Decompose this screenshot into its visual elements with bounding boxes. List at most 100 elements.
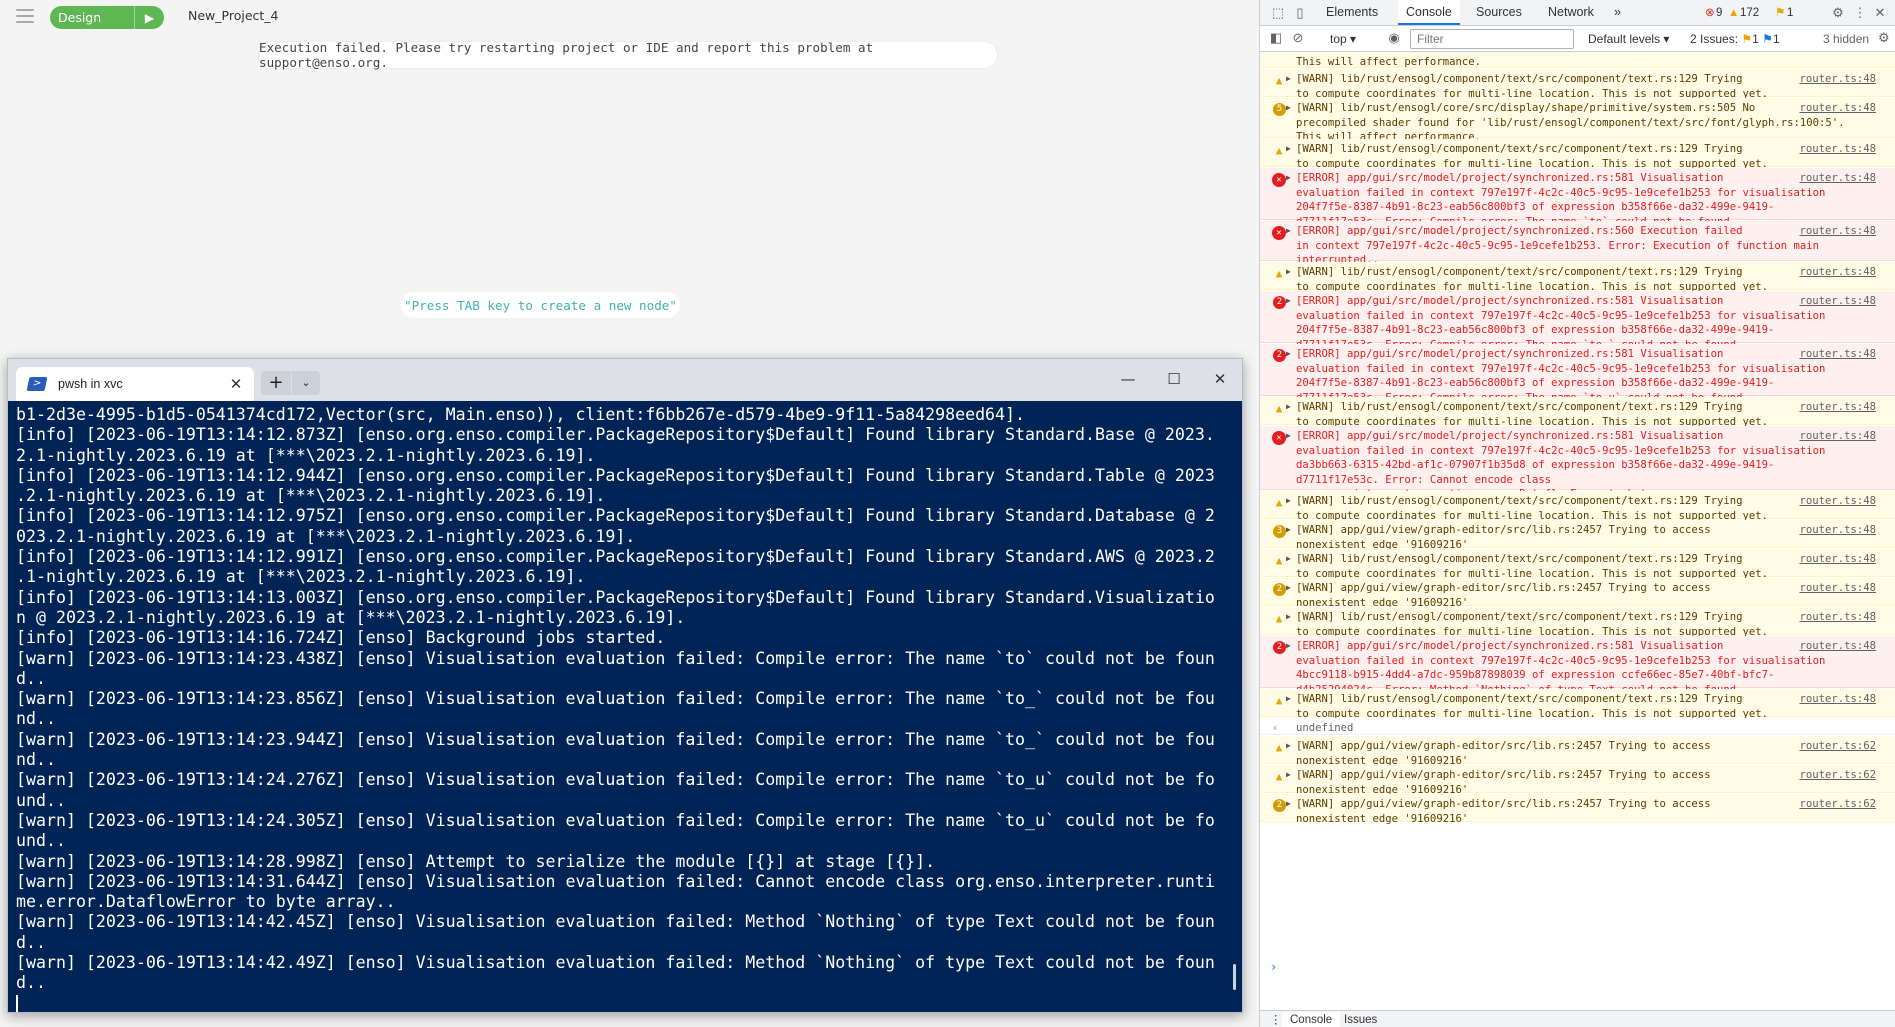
console-message-error[interactable]: ✕ ▶ [ERROR] app/gui/src/model/project/sync… — [1260, 168, 1895, 228]
expand-triangle-icon[interactable]: ▶ — [1286, 610, 1291, 625]
error-count-icon[interactable]: ⊗ — [1705, 5, 1715, 21]
source-link[interactable]: router.ts:48 — [1799, 294, 1876, 309]
console-message-warn[interactable]: ▲ ▶ [WARN] app/gui/view/graph-editor/src/l… — [1260, 736, 1895, 767]
console-message-error[interactable]: 2 ▶ [ERROR] app/gui/src/model/project/sync… — [1260, 344, 1895, 404]
source-link[interactable]: router.ts:48 — [1799, 552, 1876, 567]
terminal-scrollbar[interactable] — [1233, 964, 1236, 990]
expand-triangle-icon[interactable]: ▶ — [1286, 768, 1291, 783]
log-levels-dropdown[interactable]: Default levels ▾ — [1588, 30, 1669, 48]
console-message-error[interactable]: ✕ ▶ [ERROR] app/gui/src/model/project/sync… — [1260, 221, 1895, 266]
hamburger-menu-icon[interactable] — [16, 9, 34, 23]
console-settings-gear-icon[interactable]: ⚙ — [1878, 30, 1890, 46]
expand-triangle-icon[interactable]: ▶ — [1286, 429, 1291, 444]
close-devtools-icon[interactable]: ✕ — [1872, 5, 1888, 21]
warning-count-icon[interactable]: ▲ — [1728, 5, 1739, 21]
terminal-window[interactable]: > pwsh in xvc ✕ + ⌄ — ☐ ✕ b1-2d3e-4995-b… — [7, 358, 1243, 1013]
expand-triangle-icon[interactable]: ▶ — [1286, 347, 1291, 362]
expand-triangle-icon[interactable]: ▶ — [1286, 494, 1291, 509]
play-icon[interactable]: ▶ — [134, 6, 164, 29]
source-link[interactable]: router.ts:48 — [1799, 523, 1876, 538]
console-message-warn[interactable]: 2 ▶ [WARN] app/gui/view/graph-editor/src/l… — [1260, 794, 1895, 825]
tab-elements[interactable]: Elements — [1318, 0, 1386, 25]
expand-triangle-icon[interactable]: ▶ — [1286, 692, 1291, 707]
terminal-output[interactable]: b1-2d3e-4995-b1d5-0541374cd172,Vector(sr… — [8, 401, 1242, 1012]
sidebar-toggle-icon[interactable]: ◧ — [1268, 30, 1284, 46]
expand-triangle-icon[interactable]: ▶ — [1286, 171, 1291, 186]
warning-count[interactable]: 172 — [1740, 5, 1759, 21]
new-tab-button[interactable]: + — [261, 371, 291, 395]
source-link[interactable]: router.ts:48 — [1799, 610, 1876, 625]
terminal-titlebar[interactable]: > pwsh in xvc ✕ + ⌄ — ☐ ✕ — [8, 359, 1242, 401]
source-link[interactable]: router.ts:62 — [1799, 797, 1876, 812]
console-message-error[interactable]: 2 ▶ [ERROR] app/gui/src/model/project/sync… — [1260, 636, 1895, 696]
source-link[interactable]: router.ts:48 — [1799, 494, 1876, 509]
console-message-warn[interactable]: 5 ▶ [WARN] lib/rust/ensogl/core/src/displa… — [1260, 98, 1895, 143]
expand-triangle-icon[interactable]: ▶ — [1286, 72, 1291, 87]
expand-triangle-icon[interactable]: ▶ — [1286, 552, 1291, 567]
console-message-error[interactable]: ✕ ▶ [ERROR] app/gui/src/model/project/sync… — [1260, 426, 1895, 500]
tab-console[interactable]: Console — [1398, 0, 1460, 25]
close-window-button[interactable]: ✕ — [1200, 368, 1240, 390]
more-tabs-icon[interactable]: » — [1606, 0, 1629, 25]
expand-triangle-icon[interactable]: ▶ — [1286, 523, 1291, 538]
drawer-tab-console[interactable]: Console — [1282, 1012, 1341, 1027]
console-message-warn[interactable]: 2 ▶ [WARN] app/gui/view/graph-editor/src/l… — [1260, 578, 1895, 609]
tab-dropdown-chevron-icon[interactable]: ⌄ — [292, 371, 320, 395]
hidden-count[interactable]: 3 hidden — [1823, 30, 1869, 48]
source-link[interactable]: router.ts:48 — [1799, 581, 1876, 596]
console-message-warn[interactable]: ▲ ▶ [WARN] lib/rust/ensogl/component/text/… — [1260, 139, 1895, 170]
inspect-element-icon[interactable]: ⬚ — [1270, 5, 1286, 21]
maximize-button[interactable]: ☐ — [1154, 368, 1194, 390]
console-message-warn[interactable]: ▲ ▶ [WARN] lib/rust/ensogl/component/text/… — [1260, 491, 1895, 522]
source-link[interactable]: router.ts:48 — [1799, 171, 1876, 186]
console-message-warn[interactable]: ▲ ▶ [WARN] lib/rust/ensogl/component/text/… — [1260, 549, 1895, 580]
context-select[interactable]: top ▾ — [1330, 30, 1356, 48]
source-link[interactable]: router.ts:48 — [1799, 224, 1876, 239]
expand-triangle-icon[interactable]: ▶ — [1286, 142, 1291, 157]
source-link[interactable]: router.ts:48 — [1799, 639, 1876, 654]
source-link[interactable]: router.ts:48 — [1799, 142, 1876, 157]
source-link[interactable]: router.ts:62 — [1799, 768, 1876, 783]
drawer-menu-icon[interactable]: ⋮ — [1270, 1012, 1282, 1027]
tab-sources[interactable]: Sources — [1468, 0, 1530, 25]
expand-triangle-icon[interactable]: ▶ — [1286, 739, 1291, 754]
source-link[interactable]: router.ts:48 — [1799, 101, 1876, 116]
console-message-warn[interactable]: ▲ ▶ [WARN] lib/rust/ensogl/component/text/… — [1260, 607, 1895, 638]
expand-triangle-icon[interactable]: ▶ — [1286, 639, 1291, 654]
kebab-menu-icon[interactable]: ⋮ — [1852, 5, 1868, 21]
console-message-warn[interactable]: 3 ▶ [WARN] app/gui/view/graph-editor/src/l… — [1260, 520, 1895, 551]
console-prompt-chevron-icon[interactable]: › — [1270, 960, 1277, 974]
tab-network[interactable]: Network — [1540, 0, 1602, 25]
settings-gear-icon[interactable]: ⚙ — [1830, 5, 1846, 21]
source-link[interactable]: router.ts:48 — [1799, 265, 1876, 280]
expand-triangle-icon[interactable]: ▶ — [1286, 797, 1291, 812]
issue-count[interactable]: 1 — [1787, 5, 1793, 21]
close-tab-icon[interactable]: ✕ — [226, 375, 246, 393]
console-message-undef[interactable]: ‹ undefined — [1260, 718, 1895, 735]
issues-flag-icon[interactable]: ⚑ — [1775, 5, 1785, 21]
expand-triangle-icon[interactable]: ▶ — [1286, 581, 1291, 596]
devtools-panel[interactable]: ⬚ ▯ Elements Console Sources Network » ⊗… — [1259, 0, 1895, 1027]
console-messages[interactable]: This will affect performance. ▲ ▶ [WARN] li… — [1260, 52, 1895, 1010]
source-link[interactable]: router.ts:48 — [1799, 347, 1876, 362]
drawer-tab-issues[interactable]: Issues — [1344, 1012, 1377, 1027]
expand-triangle-icon[interactable]: ▶ — [1286, 101, 1291, 116]
source-link[interactable]: router.ts:48 — [1799, 692, 1876, 707]
console-message-warn[interactable]: ▲ ▶ [WARN] lib/rust/ensogl/component/text/… — [1260, 689, 1895, 720]
console-message-error[interactable]: 2 ▶ [ERROR] app/gui/src/model/project/sync… — [1260, 291, 1895, 351]
console-message-warn[interactable]: ▲ ▶ [WARN] lib/rust/ensogl/component/text/… — [1260, 262, 1895, 293]
console-message-warn[interactable]: This will affect performance. — [1260, 52, 1895, 68]
expand-triangle-icon[interactable]: ▶ — [1286, 265, 1291, 280]
minimize-button[interactable]: — — [1108, 368, 1148, 390]
terminal-tab[interactable]: > pwsh in xvc ✕ — [16, 367, 254, 401]
clear-console-icon[interactable]: ⊘ — [1290, 30, 1306, 46]
expand-triangle-icon[interactable]: ▶ — [1286, 400, 1291, 415]
console-message-warn[interactable]: ▲ ▶ [WARN] lib/rust/ensogl/component/text/… — [1260, 397, 1895, 428]
issues-summary[interactable]: 2 Issues: ⚑1 ⚑1 — [1690, 30, 1780, 48]
project-name[interactable]: New_Project_4 — [188, 8, 279, 23]
device-toolbar-icon[interactable]: ▯ — [1292, 5, 1308, 21]
eye-icon[interactable]: ◉ — [1386, 30, 1402, 46]
expand-triangle-icon[interactable]: ▶ — [1286, 224, 1291, 239]
source-link[interactable]: router.ts:62 — [1799, 739, 1876, 754]
console-message-warn[interactable]: ▲ ▶ [WARN] lib/rust/ensogl/component/text/… — [1260, 69, 1895, 100]
